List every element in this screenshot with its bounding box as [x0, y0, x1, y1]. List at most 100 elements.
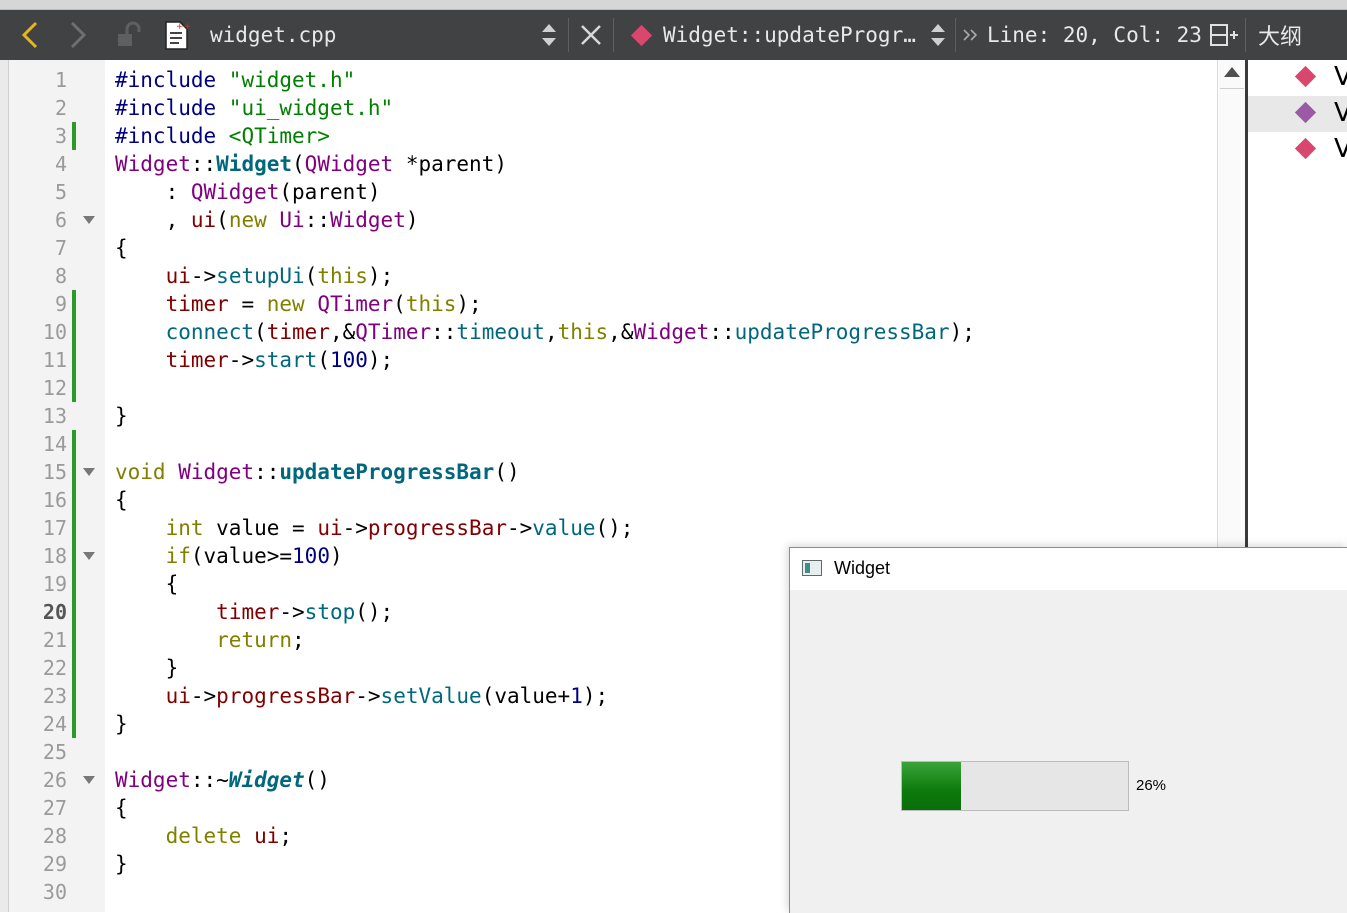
line-number: 16: [42, 488, 67, 512]
code-line[interactable]: return;: [115, 626, 305, 654]
code-line[interactable]: }: [115, 710, 128, 738]
back-button[interactable]: [18, 10, 42, 60]
editor-toolbar: ++ widget.cpp Widget::updateProgr… Line:…: [0, 10, 1347, 60]
code-token: (: [304, 264, 318, 288]
code-token: QTimer: [355, 320, 432, 344]
up-down-arrows-icon: [931, 24, 945, 46]
method-diamond-icon: [1294, 65, 1317, 88]
code-line[interactable]: : QWidget(parent): [115, 178, 381, 206]
symbol-switch-arrows[interactable]: [929, 10, 947, 60]
outline-item[interactable]: V: [1248, 96, 1347, 132]
svg-text:++: ++: [176, 22, 191, 32]
code-token: );: [456, 292, 482, 316]
code-token: this: [405, 292, 457, 316]
code-token: Widget: [115, 152, 191, 176]
outline-title[interactable]: 大纲: [1258, 10, 1302, 60]
line-number: 25: [42, 740, 67, 764]
code-line[interactable]: Widget::Widget(QWidget *parent): [115, 150, 507, 178]
scroll-up-arrow-icon[interactable]: [1223, 66, 1241, 78]
line-number-gutter[interactable]: 1 2 3 4 5 6 7 8 9 10 11 12 13 14 15 16 17 18 19 20 21 22 23 24 2…: [9, 60, 105, 912]
method-diamond-icon: [1294, 101, 1317, 124]
split-add-icon: [1210, 24, 1238, 46]
code-line[interactable]: {: [115, 794, 128, 822]
double-chevron-right-icon: [963, 29, 978, 41]
outline-item[interactable]: V: [1248, 132, 1347, 168]
code-line[interactable]: #include "ui_widget.h": [115, 94, 393, 122]
change-marker: [72, 346, 76, 374]
code-token: void: [115, 460, 179, 484]
code-token: ::: [304, 208, 330, 232]
file-name-label[interactable]: widget.cpp: [210, 10, 336, 60]
code-line[interactable]: void Widget::updateProgressBar(): [115, 458, 520, 486]
code-line[interactable]: , ui(new Ui::Widget): [115, 206, 419, 234]
forward-button[interactable]: [66, 10, 90, 60]
change-marker: [72, 122, 76, 150]
close-document-button[interactable]: [580, 10, 602, 60]
split-button[interactable]: [1208, 10, 1240, 60]
progress-bar: [901, 761, 1129, 811]
code-line[interactable]: {: [115, 570, 179, 598]
outline-item-label: V: [1334, 98, 1347, 128]
code-line[interactable]: {: [115, 486, 128, 514]
code-token: (value>=: [190, 544, 293, 568]
chevron-left-icon: [21, 21, 38, 49]
code-token: timer: [216, 600, 280, 624]
cpp-file-icon: ++: [165, 21, 191, 50]
code-token: ,: [544, 320, 558, 344]
change-marker: [72, 570, 76, 598]
change-marker: [72, 486, 76, 514]
code-token: timer: [165, 348, 229, 372]
code-line[interactable]: }: [115, 402, 128, 430]
code-line[interactable]: int value = ui->progressBar->value();: [115, 514, 634, 542]
file-switch-arrows[interactable]: [540, 10, 558, 60]
code-line[interactable]: delete ui;: [115, 822, 292, 850]
code-line[interactable]: #include "widget.h": [115, 66, 355, 94]
code-token: ->: [190, 684, 217, 708]
cursor-position[interactable]: Line: 20, Col: 23: [987, 10, 1202, 60]
line-number: 21: [42, 628, 67, 652]
code-line[interactable]: Widget::~Widget(): [115, 766, 330, 794]
fold-arrow-icon[interactable]: [83, 776, 95, 784]
code-line[interactable]: connect(timer,&QTimer::timeout,this,&Wid…: [115, 318, 975, 346]
symbol-selector[interactable]: Widget::updateProgr…: [630, 10, 916, 60]
code-token: int: [165, 516, 217, 540]
outline-item-label: V: [1334, 134, 1347, 164]
code-line[interactable]: timer = new QTimer(this);: [115, 290, 482, 318]
fold-arrow-icon[interactable]: [83, 552, 95, 560]
code-token: ;: [292, 628, 305, 652]
code-line[interactable]: ui->progressBar->setValue(value+1);: [115, 682, 609, 710]
code-line[interactable]: #include <QTimer>: [115, 122, 330, 150]
line-number: 29: [42, 852, 67, 876]
outline-item[interactable]: V: [1248, 60, 1347, 96]
code-line[interactable]: }: [115, 850, 128, 878]
code-token: ::: [709, 320, 735, 344]
code-line[interactable]: {: [115, 234, 128, 262]
code-token: ui: [165, 684, 191, 708]
code-token: (: [393, 292, 406, 316]
code-line[interactable]: timer->stop();: [115, 598, 393, 626]
code-token: (: [317, 348, 330, 372]
method-diamond-icon: [630, 24, 653, 46]
code-token: {: [115, 572, 179, 596]
lock-button[interactable]: [115, 10, 141, 60]
code-line[interactable]: if(value>=100): [115, 542, 343, 570]
code-token: progressBar: [367, 516, 507, 540]
code-line[interactable]: ui->setupUi(this);: [115, 262, 394, 290]
code-line[interactable]: timer->start(100);: [115, 346, 394, 374]
change-marker: [72, 318, 76, 346]
line-number: 5: [54, 180, 67, 204]
fold-arrow-icon[interactable]: [83, 468, 95, 476]
overflow-icon[interactable]: [962, 10, 980, 60]
widget-titlebar[interactable]: Widget: [790, 548, 1347, 590]
code-token: ();: [595, 516, 634, 540]
code-token: progressBar: [216, 684, 356, 708]
fold-arrow-icon[interactable]: [83, 216, 95, 224]
code-line[interactable]: }: [115, 654, 179, 682]
code-token: 1: [570, 684, 583, 708]
code-token: ();: [355, 600, 394, 624]
file-type-button[interactable]: ++: [162, 10, 192, 60]
code-token: *: [393, 152, 419, 176]
